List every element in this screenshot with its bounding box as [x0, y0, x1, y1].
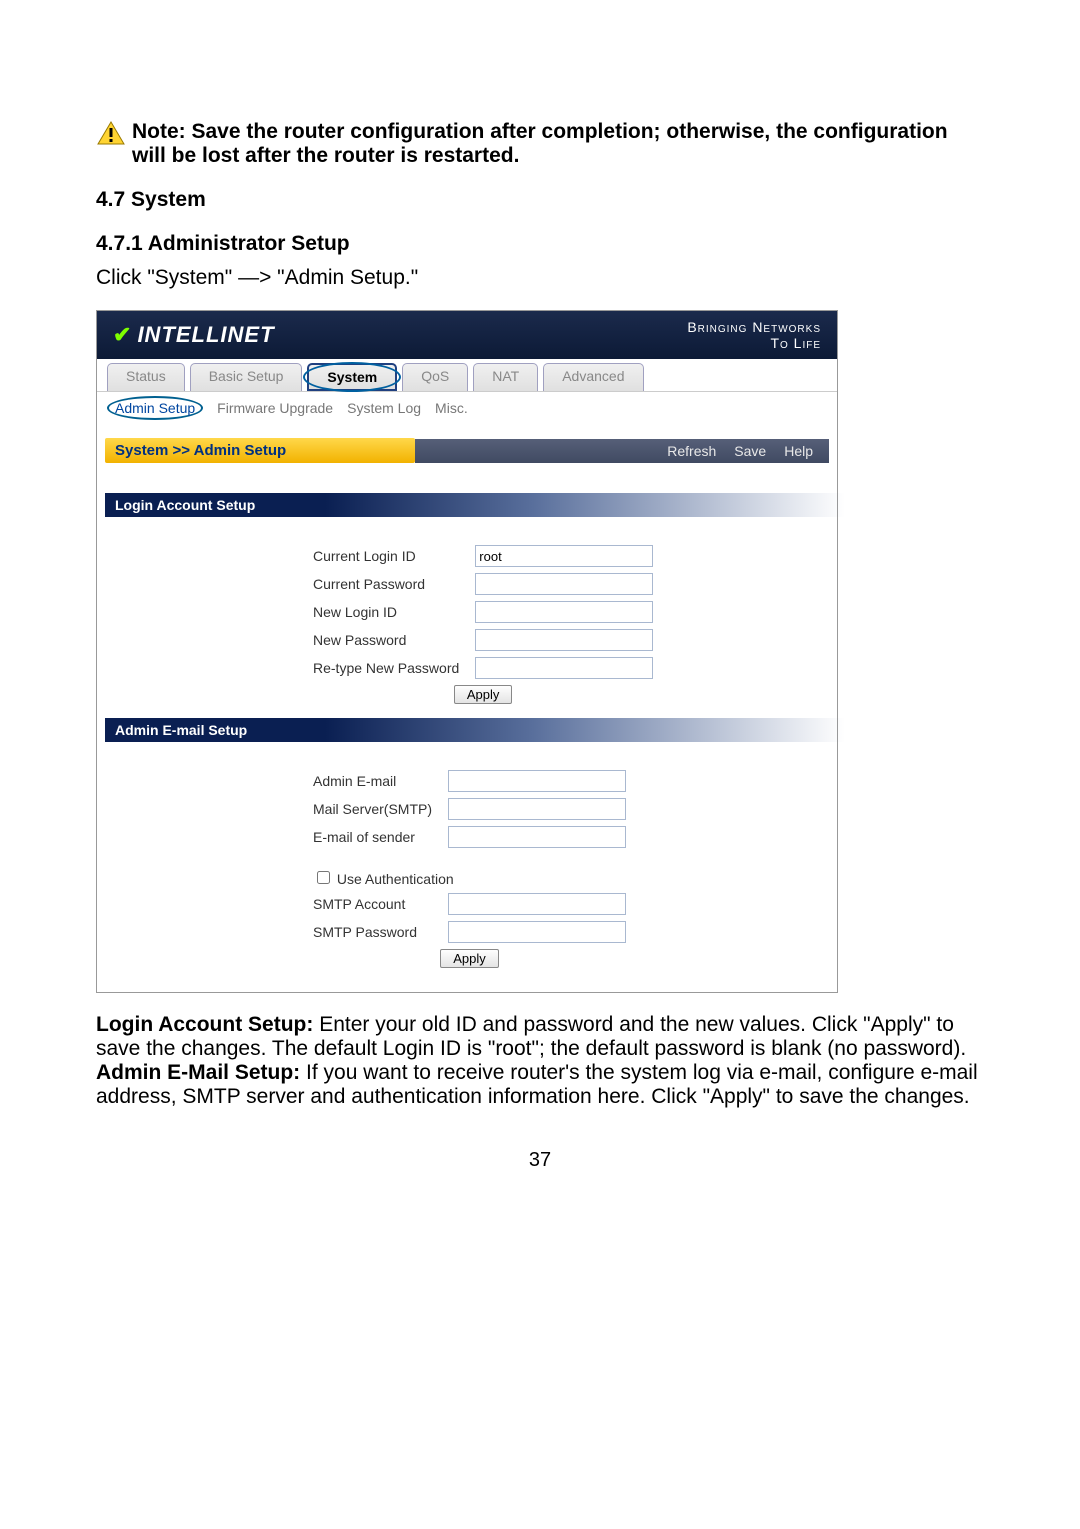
breadcrumb-bar: System >> Admin Setup Refresh Save Help — [105, 438, 829, 463]
page-number: 37 — [96, 1149, 984, 1172]
smtp-password-input[interactable] — [448, 921, 626, 943]
admin-email-label: Admin E-mail — [305, 768, 440, 794]
explain-email-bold: Admin E-Mail Setup: — [96, 1061, 300, 1084]
mail-server-input[interactable] — [448, 798, 626, 820]
document-page: Note: Save the router configuration afte… — [0, 0, 1080, 1232]
explain-email: Admin E-Mail Setup: If you want to recei… — [96, 1061, 984, 1109]
main-tabs: Status Basic Setup System QoS NAT Advanc… — [97, 359, 837, 391]
retype-password-input[interactable] — [475, 657, 653, 679]
subtab-misc[interactable]: Misc. — [435, 400, 468, 416]
new-login-id-label: New Login ID — [305, 599, 467, 625]
new-password-label: New Password — [305, 627, 467, 653]
subtab-firmware-upgrade[interactable]: Firmware Upgrade — [217, 400, 333, 416]
smtp-account-label: SMTP Account — [305, 891, 440, 917]
use-auth-checkbox[interactable] — [317, 871, 330, 884]
action-bar: Refresh Save Help — [415, 439, 829, 463]
tab-qos[interactable]: QoS — [402, 363, 468, 391]
instruction-text: Click "System" —> "Admin Setup." — [96, 266, 984, 290]
slogan-line1: Bringing Networks — [687, 319, 821, 335]
router-screenshot: ✔ INTELLINET Bringing Networks To Life S… — [96, 310, 838, 993]
new-login-id-input[interactable] — [475, 601, 653, 623]
tab-status[interactable]: Status — [107, 363, 185, 391]
email-apply-button[interactable]: Apply — [440, 949, 499, 968]
admin-email-input[interactable] — [448, 770, 626, 792]
retype-password-label: Re-type New Password — [305, 655, 467, 681]
tab-basic-setup[interactable]: Basic Setup — [190, 363, 303, 391]
email-section-header: Admin E-mail Setup — [105, 718, 325, 742]
explain-login-bold: Login Account Setup: — [96, 1013, 313, 1036]
tab-advanced[interactable]: Advanced — [543, 363, 643, 391]
current-password-input[interactable] — [475, 573, 653, 595]
brand-name: INTELLINET — [137, 322, 274, 348]
current-login-id-label: Current Login ID — [305, 543, 467, 569]
current-password-label: Current Password — [305, 571, 467, 597]
router-banner: ✔ INTELLINET Bringing Networks To Life — [97, 311, 837, 359]
new-password-input[interactable] — [475, 629, 653, 651]
content-area: System >> Admin Setup Refresh Save Help … — [97, 424, 837, 992]
mail-server-label: Mail Server(SMTP) — [305, 796, 440, 822]
warning-icon — [96, 120, 126, 146]
brand-slogan: Bringing Networks To Life — [687, 319, 821, 351]
email-sender-label: E-mail of sender — [305, 824, 440, 850]
use-auth-row[interactable]: Use Authentication — [313, 871, 454, 887]
subtab-admin-setup[interactable]: Admin Setup — [107, 396, 203, 420]
current-login-id-input[interactable] — [475, 545, 653, 567]
login-apply-button[interactable]: Apply — [454, 685, 513, 704]
heading-system: 4.7 System — [96, 188, 984, 212]
help-link[interactable]: Help — [784, 443, 813, 459]
tab-nat[interactable]: NAT — [473, 363, 538, 391]
email-form: Admin E-mail Mail Server(SMTP) E-mail of… — [305, 766, 634, 972]
subtab-system-log[interactable]: System Log — [347, 400, 421, 416]
brand-logo: ✔ INTELLINET — [113, 322, 275, 348]
email-sender-input[interactable] — [448, 826, 626, 848]
explain-login: Login Account Setup: Enter your old ID a… — [96, 1013, 984, 1061]
use-auth-label: Use Authentication — [337, 871, 454, 887]
heading-admin-setup: 4.7.1 Administrator Setup — [96, 232, 984, 256]
smtp-account-input[interactable] — [448, 893, 626, 915]
sub-tabs: Admin Setup Firmware Upgrade System Log … — [97, 391, 837, 424]
checkmark-icon: ✔ — [113, 322, 131, 348]
smtp-password-label: SMTP Password — [305, 919, 440, 945]
refresh-link[interactable]: Refresh — [667, 443, 716, 459]
note-block: Note: Save the router configuration afte… — [96, 120, 984, 168]
note-text: Note: Save the router configuration afte… — [132, 120, 984, 168]
save-link[interactable]: Save — [734, 443, 766, 459]
login-form: Current Login ID Current Password New Lo… — [305, 541, 661, 708]
tab-system[interactable]: System — [307, 363, 397, 391]
login-section-header: Login Account Setup — [105, 493, 325, 517]
breadcrumb: System >> Admin Setup — [105, 438, 415, 463]
slogan-line2: To Life — [687, 335, 821, 351]
